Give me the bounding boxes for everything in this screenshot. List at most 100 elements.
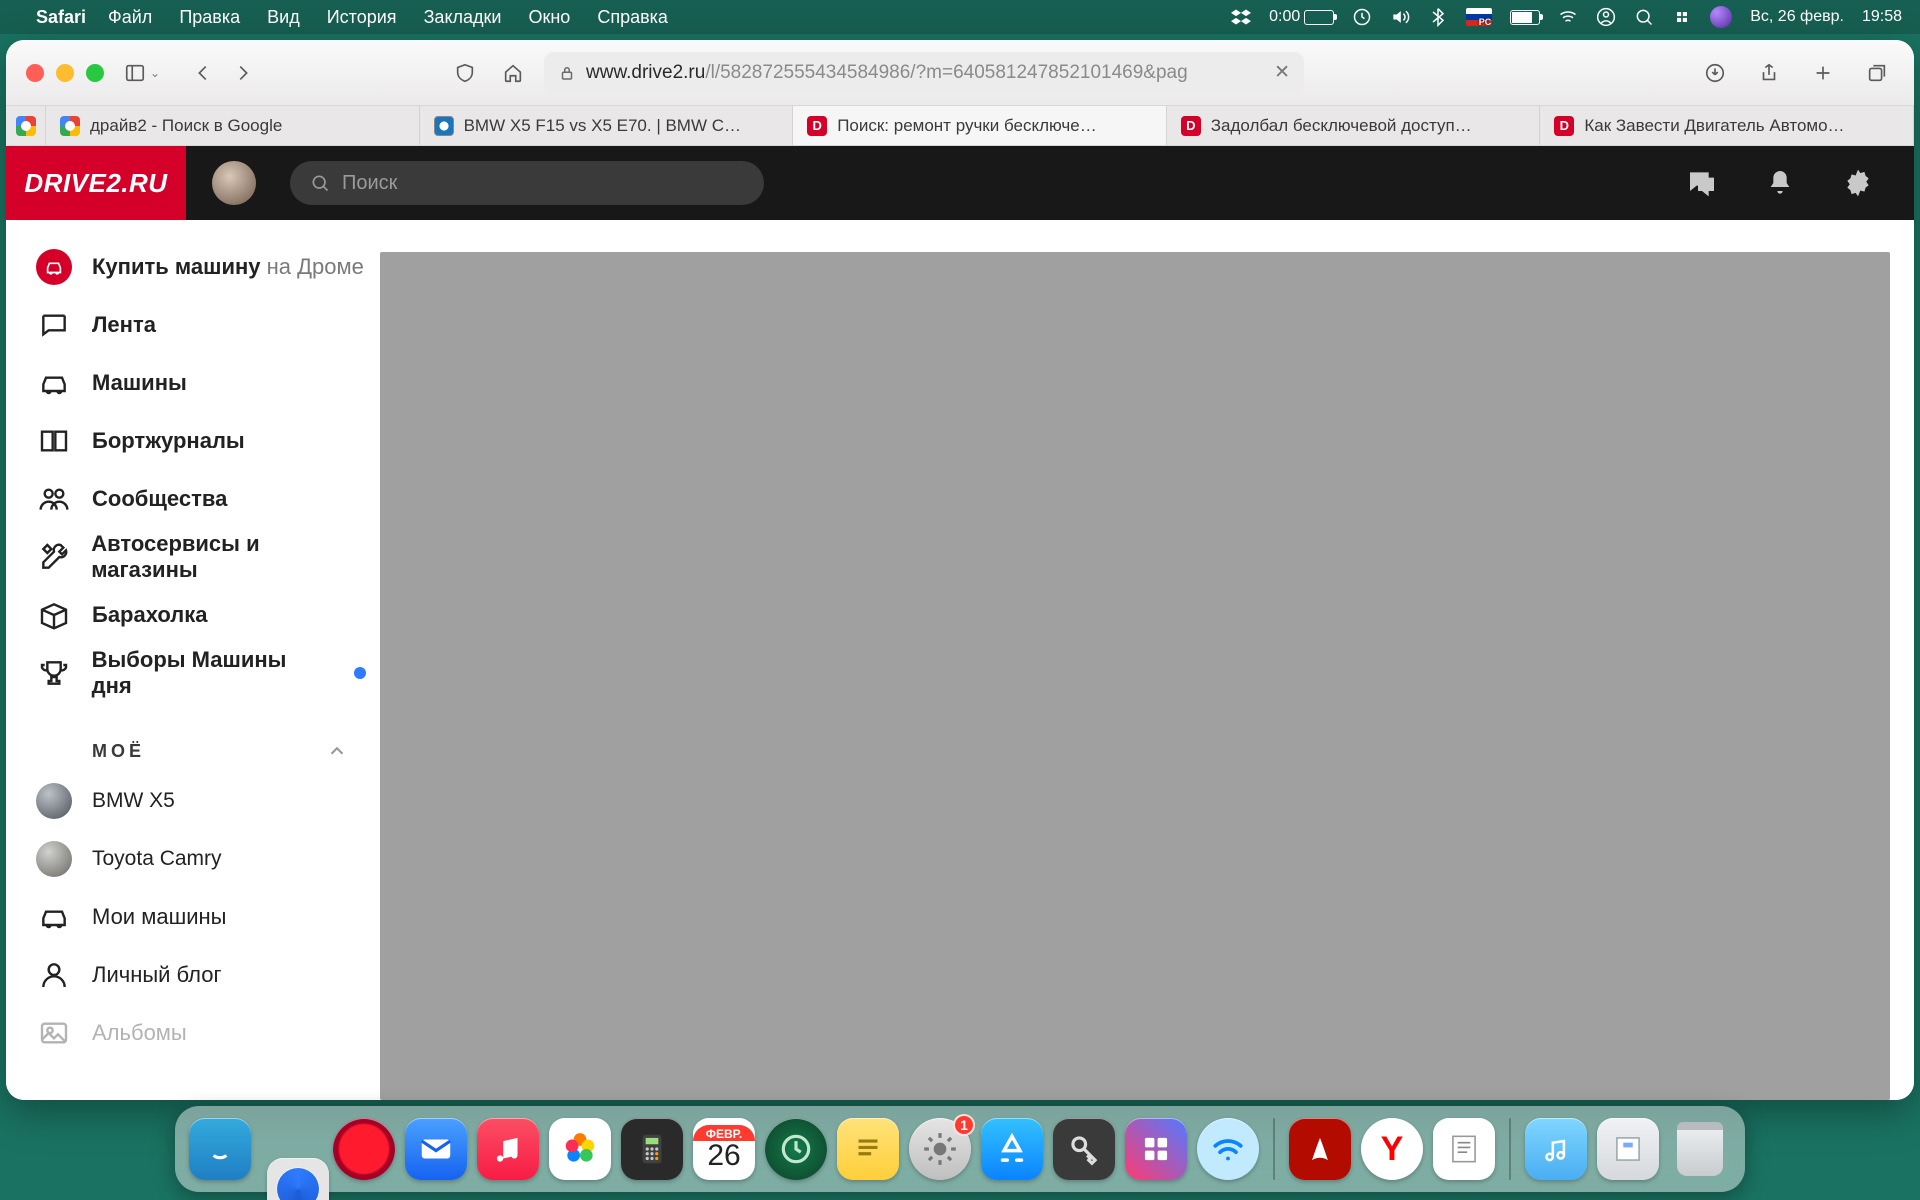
tab-title: Поиск: ремонт ручки бесключе… — [837, 116, 1097, 136]
dock-app-textedit[interactable] — [1433, 1118, 1495, 1180]
window-zoom-button[interactable] — [86, 64, 104, 82]
input-source-flag-icon[interactable] — [1466, 8, 1492, 26]
dock-app-photos[interactable] — [549, 1118, 611, 1180]
menubar-app-name[interactable]: Safari — [36, 7, 86, 28]
dock-app-settings[interactable]: 1 — [909, 1118, 971, 1180]
home-button[interactable] — [496, 58, 530, 88]
battery-status-1[interactable]: 0:00 — [1269, 8, 1334, 26]
search-icon — [310, 173, 330, 193]
lock-icon — [558, 64, 576, 82]
dock-app-mail[interactable] — [405, 1118, 467, 1180]
tab-title: Задолбал бесключевой доступ… — [1211, 116, 1472, 136]
car-thumb-icon — [36, 841, 72, 877]
sidebar-item-market[interactable]: Барахолка — [36, 586, 366, 644]
user-avatar[interactable] — [212, 161, 256, 205]
sidebar-toggle-button[interactable]: ⌄ — [118, 58, 166, 88]
volume-icon[interactable] — [1390, 7, 1410, 27]
address-bar[interactable]: www.drive2.ru/l/582872555434584986/?m=64… — [544, 52, 1304, 94]
browser-tab[interactable]: DЗадолбал бесключевой доступ… — [1167, 106, 1541, 145]
menu-edit[interactable]: Правка — [179, 7, 240, 27]
sidebar-car-item[interactable]: Toyota Camry — [36, 830, 366, 888]
menu-bookmarks[interactable]: Закладки — [424, 7, 502, 27]
dock-app-acrobat[interactable] — [1289, 1118, 1351, 1180]
bluetooth-icon[interactable] — [1428, 7, 1448, 27]
dock-app-appstore[interactable] — [981, 1118, 1043, 1180]
menu-window[interactable]: Окно — [528, 7, 570, 27]
tab-bar: драйв2 - Поиск в Google BMW X5 F15 vs X5… — [6, 106, 1914, 146]
sidebar-icon — [124, 62, 146, 84]
macos-menubar: Safari Файл Правка Вид История Закладки … — [0, 0, 1920, 34]
window-close-button[interactable] — [26, 64, 44, 82]
control-center-icon[interactable] — [1672, 7, 1692, 27]
browser-tab[interactable]: BMW X5 F15 vs X5 E70. | BMW C… — [420, 106, 794, 145]
tab-overview-button[interactable] — [1860, 58, 1894, 88]
sidebar-car-item[interactable]: BMW X5 — [36, 772, 366, 830]
gear-icon[interactable] — [1842, 167, 1874, 199]
dock-app-music[interactable] — [477, 1118, 539, 1180]
sidebar-item-cars[interactable]: Машины — [36, 354, 366, 412]
bmw-favicon-icon — [434, 116, 454, 136]
menu-history[interactable]: История — [327, 7, 397, 27]
spotlight-icon[interactable] — [1634, 7, 1654, 27]
dock-folder-music[interactable] — [1525, 1118, 1587, 1180]
dock-app-shortcuts[interactable] — [1125, 1118, 1187, 1180]
sidebar-item-my-cars[interactable]: Мои машины — [36, 888, 366, 946]
sidebar-item-services[interactable]: Автосервисы и магазины — [36, 528, 366, 586]
site-search[interactable]: Поиск — [290, 161, 764, 205]
menubar-time[interactable]: 19:58 — [1862, 8, 1902, 26]
dock-app-safari[interactable] — [267, 1158, 329, 1200]
forward-button[interactable] — [226, 58, 260, 88]
dock-trash[interactable] — [1669, 1118, 1731, 1180]
downloads-button[interactable] — [1698, 58, 1732, 88]
wifi-icon[interactable] — [1558, 7, 1578, 27]
privacy-report-button[interactable] — [448, 58, 482, 88]
dock-app-notes[interactable] — [837, 1118, 899, 1180]
browser-tab-active[interactable]: DПоиск: ремонт ручки бесключе… — [793, 106, 1167, 145]
time-machine-icon[interactable] — [1352, 7, 1372, 27]
sidebar-item-label: Toyota Camry — [92, 847, 222, 871]
box-icon — [36, 597, 72, 633]
dock-app-keychain[interactable] — [1053, 1118, 1115, 1180]
drive2-favicon-icon: D — [1554, 116, 1574, 136]
dock-app-wifi-diagnostics[interactable] — [1197, 1118, 1259, 1180]
dock: ФЕВР.26 1 Y — [0, 1106, 1920, 1192]
sidebar-item-buy-car[interactable]: Купить машину на Дроме — [36, 238, 366, 296]
menu-view[interactable]: Вид — [267, 7, 300, 27]
dock-app-calculator[interactable] — [621, 1118, 683, 1180]
messages-icon[interactable] — [1686, 167, 1718, 199]
chevron-up-icon — [326, 740, 348, 762]
menu-file[interactable]: Файл — [108, 7, 152, 27]
bell-icon[interactable] — [1764, 167, 1796, 199]
sidebar-item-communities[interactable]: Сообщества — [36, 470, 366, 528]
dock-app-timemachine[interactable] — [765, 1118, 827, 1180]
sidebar-item-albums[interactable]: Альбомы — [36, 1004, 366, 1062]
back-button[interactable] — [186, 58, 220, 88]
dock-app-yandex[interactable]: Y — [1361, 1118, 1423, 1180]
sidebar-section-mine[interactable]: МОЁ — [36, 730, 366, 772]
pinned-tab[interactable] — [6, 106, 46, 145]
sidebar-item-label: Сообщества — [92, 486, 227, 512]
user-icon[interactable] — [1596, 7, 1616, 27]
battery-status-2[interactable] — [1510, 10, 1540, 25]
sidebar-item-logbooks[interactable]: Бортжурналы — [36, 412, 366, 470]
sidebar-item-feed[interactable]: Лента — [36, 296, 366, 354]
browser-tab[interactable]: драйв2 - Поиск в Google — [46, 106, 420, 145]
sidebar-item-cotd[interactable]: Выборы Машины дня — [36, 644, 366, 702]
menubar-app-icon[interactable] — [1710, 6, 1732, 28]
people-icon — [36, 481, 72, 517]
site-logo[interactable]: DRIVE2.RU — [6, 146, 186, 220]
window-minimize-button[interactable] — [56, 64, 74, 82]
dock-app-finder[interactable] — [189, 1118, 251, 1180]
browser-tab[interactable]: DКак Завести Двигатель Автомо… — [1540, 106, 1914, 145]
stop-reload-button[interactable]: ✕ — [1274, 61, 1290, 84]
dock-separator — [1273, 1118, 1275, 1180]
menubar-date[interactable]: Вс, 26 февр. — [1750, 8, 1844, 26]
dock-app-opera[interactable] — [333, 1118, 395, 1180]
menu-help[interactable]: Справка — [597, 7, 668, 27]
share-button[interactable] — [1752, 58, 1786, 88]
dropbox-icon[interactable] — [1231, 7, 1251, 27]
new-tab-button[interactable] — [1806, 58, 1840, 88]
sidebar-item-my-blog[interactable]: Личный блог — [36, 946, 366, 1004]
dock-folder-documents[interactable] — [1597, 1118, 1659, 1180]
dock-app-calendar[interactable]: ФЕВР.26 — [693, 1118, 755, 1180]
